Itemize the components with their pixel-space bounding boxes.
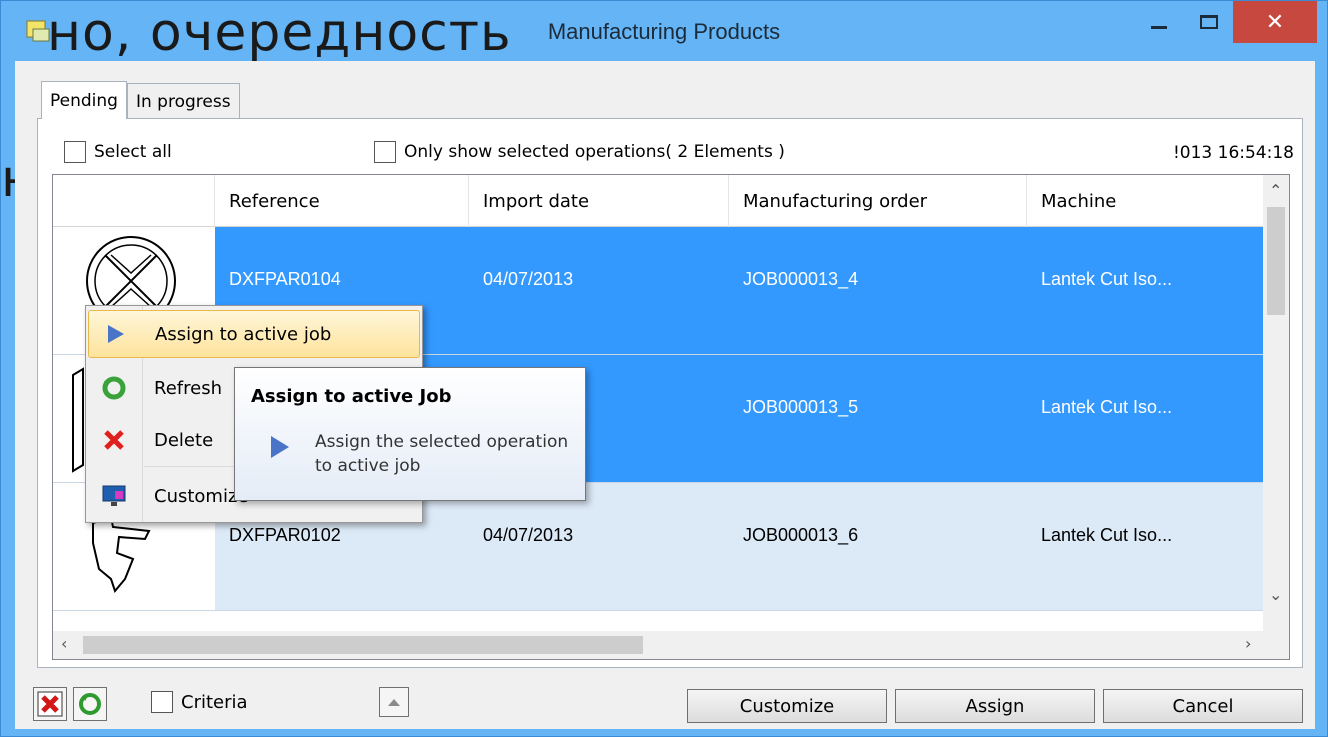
only-selected-row[interactable]: Only show selected operations( 2 Element… [374,141,785,163]
cell-manufacturing-order: JOB000013_4 [729,227,1027,355]
select-all-checkbox[interactable] [64,141,86,163]
scroll-right-icon[interactable]: › [1245,634,1251,653]
criteria-label: Criteria [181,691,248,713]
maximize-icon [1200,15,1218,29]
menu-item-label: Customize [154,485,249,507]
delete-x-icon [88,416,140,464]
header-manufacturing-order[interactable]: Manufacturing order [729,175,1027,227]
only-selected-checkbox[interactable] [374,141,396,163]
assign-button[interactable]: Assign [895,689,1095,723]
timestamp: !013 16:54:18 [1172,143,1294,163]
red-x-icon [37,691,63,717]
close-button[interactable]: ✕ [1233,1,1317,43]
maximize-button[interactable] [1185,1,1233,43]
cell-import-date: 04/07/2013 [469,227,729,355]
tab-pending[interactable]: Pending [41,81,127,119]
menu-item-assign-active-job[interactable]: Assign to active job [88,310,420,358]
select-all-label: Select all [94,142,172,162]
tooltip-title: Assign to active Job [251,386,452,407]
menu-item-label: Delete [154,429,214,451]
menu-item-label: Refresh [154,377,222,399]
cell-machine: Lantek Cut Iso... [1027,483,1263,611]
select-all-row[interactable]: Select all [64,141,172,163]
header-thumbnail [53,175,215,227]
vertical-scroll-thumb[interactable] [1267,207,1285,315]
assign-tooltip: Assign to active Job Assign the selected… [234,367,586,501]
refresh-criteria-button[interactable] [73,687,107,721]
cancel-button[interactable]: Cancel [1103,689,1303,723]
cell-manufacturing-order: JOB000013_6 [729,483,1027,611]
green-refresh-icon [79,693,101,715]
play-arrow-icon [271,436,289,458]
refresh-icon [88,364,140,412]
tab-strip: Pending In progress [41,81,240,119]
horizontal-scrollbar[interactable]: ‹ › [53,631,1289,659]
title-bar[interactable]: Manufacturing Products ✕ [1,1,1327,61]
cell-machine: Lantek Cut Iso... [1027,355,1263,483]
delete-criteria-button[interactable] [33,687,67,721]
scroll-up-icon[interactable]: ⌃ [1269,181,1282,200]
bottom-bar: Criteria Customize Assign Cancel [15,673,1315,729]
header-import-date[interactable]: Import date [469,175,729,227]
minimize-icon [1151,25,1167,29]
header-reference[interactable]: Reference [215,175,469,227]
criteria-row[interactable]: Criteria [151,691,248,713]
play-arrow-icon [89,310,141,358]
expand-up-button[interactable] [379,687,409,717]
header-machine[interactable]: Machine [1027,175,1263,227]
monitor-icon [88,472,140,520]
triangle-up-icon [388,699,400,706]
scroll-left-icon[interactable]: ‹ [61,634,67,653]
scroll-down-icon[interactable]: ⌄ [1269,585,1282,604]
window-title: Manufacturing Products [547,19,781,44]
vertical-scrollbar[interactable]: ⌃ ⌄ [1263,175,1289,633]
horizontal-scroll-thumb[interactable] [83,636,643,654]
tooltip-body: Assign the selected operation to active … [315,432,569,476]
minimize-button[interactable] [1135,1,1183,43]
grid-header: Reference Import date Manufacturing orde… [53,175,1263,227]
cell-import-date: 04/07/2013 [469,483,729,611]
customize-button[interactable]: Customize [687,689,887,723]
tab-in-progress[interactable]: In progress [126,83,240,119]
cell-machine: Lantek Cut Iso... [1027,227,1263,355]
cell-manufacturing-order: JOB000013_5 [729,355,1027,483]
main-window: Manufacturing Products ✕ но, очередность… [0,0,1328,737]
criteria-checkbox[interactable] [151,691,173,713]
menu-item-label: Assign to active job [155,323,332,345]
only-selected-label: Only show selected operations( 2 Element… [404,142,785,162]
